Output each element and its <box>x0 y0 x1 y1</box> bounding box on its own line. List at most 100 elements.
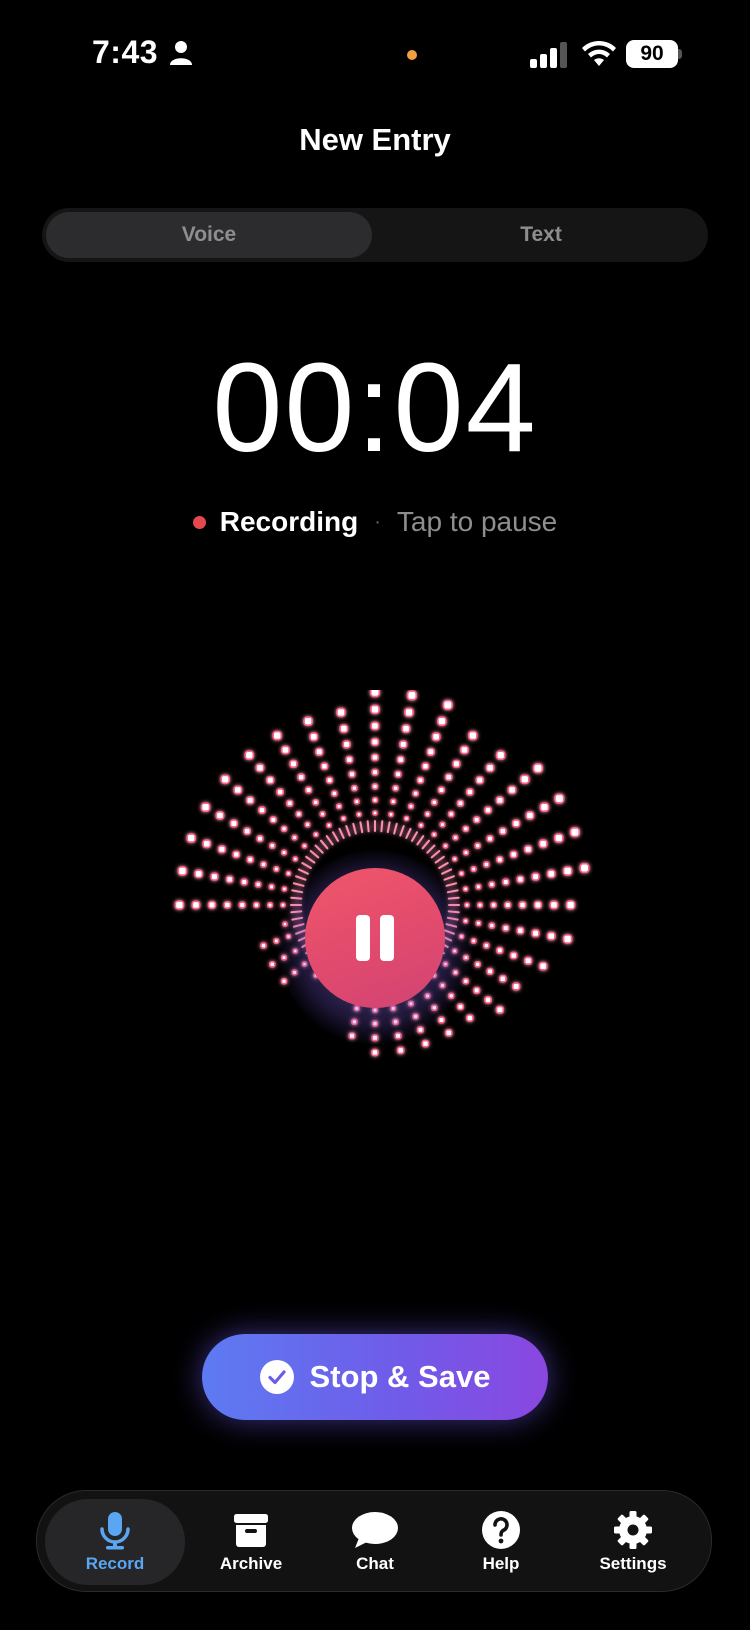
tab-help[interactable]: Help <box>435 1499 567 1585</box>
visualizer-dot <box>304 821 311 828</box>
visualizer-dot <box>336 707 346 718</box>
tab-chat[interactable]: Chat <box>309 1499 441 1585</box>
visualizer-dot <box>326 776 334 784</box>
visualizer-dot <box>339 724 349 734</box>
visualizer-dot <box>220 774 230 785</box>
status-separator: · <box>374 510 381 533</box>
visualizer-dot <box>388 811 394 818</box>
tab-label: Settings <box>599 1554 667 1573</box>
visualizer-dot <box>452 834 459 841</box>
tab-archive[interactable]: Archive <box>185 1499 317 1585</box>
visualizer-dot <box>177 866 188 876</box>
tab-settings[interactable]: Settings <box>567 1499 699 1585</box>
visualizer-dot <box>496 946 504 955</box>
visualizer-dot <box>232 850 241 859</box>
pause-button[interactable] <box>305 868 445 1008</box>
tab-voice[interactable]: Voice <box>46 212 372 258</box>
visualizer-dot <box>467 730 478 741</box>
visualizer-dot <box>390 798 397 805</box>
visualizer-dot <box>442 699 453 711</box>
checkmark-icon <box>259 1360 294 1394</box>
visualizer-dot <box>496 856 504 864</box>
visualizer-dot <box>319 811 326 818</box>
visualizer-dot <box>562 934 573 944</box>
visualizer-dot <box>426 747 435 756</box>
visualizer-dot <box>253 901 260 909</box>
visualizer-dot <box>470 937 477 944</box>
visualizer-dot <box>280 825 288 833</box>
cellular-signal-icon <box>530 42 567 68</box>
visualizer-dot <box>437 716 447 727</box>
visualizer-dot <box>475 776 484 785</box>
archive-box-icon <box>234 1514 268 1547</box>
privacy-indicator-dot <box>407 50 417 60</box>
visualizer-dot <box>225 875 234 884</box>
visualizer-dot <box>331 790 338 797</box>
visualizer-dot <box>421 762 430 771</box>
visualizer-dot <box>418 822 424 829</box>
visualizer-tick <box>338 827 345 839</box>
visualizer-dot <box>353 798 360 805</box>
visualizer-dot <box>483 942 490 949</box>
visualizer-tick <box>301 862 312 869</box>
visualizer-dot <box>516 926 525 935</box>
visualizer-dot <box>342 740 351 749</box>
recording-dot-icon <box>192 515 206 529</box>
visualizer-dot <box>273 866 280 873</box>
person-icon <box>170 41 192 65</box>
visualizer-dot <box>345 755 354 764</box>
visualizer-dot <box>396 1046 405 1055</box>
visualizer-dot <box>276 788 284 796</box>
visualizer-tick <box>309 850 320 859</box>
visualizer-dot <box>407 803 415 810</box>
visualizer-dot <box>424 811 431 818</box>
visualizer-dot <box>565 900 576 910</box>
visualizer-dot <box>392 784 399 792</box>
visualizer-tick <box>345 825 351 837</box>
visualizer-dot <box>401 724 411 734</box>
visualizer-dot <box>488 881 496 888</box>
wifi-icon <box>582 40 616 66</box>
visualizer-dot <box>462 849 470 856</box>
visualizer-tick <box>305 855 316 864</box>
visualizer-dot <box>340 815 347 822</box>
visualizer-tick <box>438 862 449 869</box>
tab-bar: Record Archive Chat Help Settings <box>36 1490 712 1592</box>
tab-label: Record <box>85 1554 145 1573</box>
visualizer-dot <box>303 716 313 727</box>
visualizer-dot <box>546 931 556 941</box>
visualizer-dot <box>502 924 510 932</box>
question-circle-icon <box>482 1511 520 1549</box>
tab-text[interactable]: Text <box>378 212 704 258</box>
visualizer-dot <box>370 704 380 715</box>
visualizer-dot <box>285 870 292 877</box>
visualizer-dot <box>502 878 510 886</box>
visualizer-tick <box>297 868 309 875</box>
visualizer-dot <box>452 759 461 768</box>
visualizer-tick <box>393 822 398 835</box>
pause-icon-bar <box>380 915 394 961</box>
visualizer-dot <box>370 737 380 747</box>
visualizer-dot <box>202 839 212 849</box>
recording-status[interactable]: Recording · Tap to pause <box>0 502 750 542</box>
visualizer-dot <box>518 901 527 909</box>
visualizer-dot <box>326 822 332 829</box>
visualizer-dot <box>465 1014 474 1022</box>
recording-state-label: Recording <box>219 506 359 537</box>
visualizer-dot <box>531 929 540 938</box>
visualizer-dot <box>356 811 362 818</box>
visualizer-dot <box>320 762 329 771</box>
visualizer-dot <box>538 961 548 971</box>
visualizer-dot <box>297 773 306 781</box>
battery-tip <box>678 49 682 59</box>
visualizer-dot <box>217 845 226 854</box>
visualizer-dot <box>266 776 275 785</box>
visualizer-dot <box>498 827 507 836</box>
visualizer-dot <box>313 831 319 838</box>
tab-record[interactable]: Record <box>45 1499 185 1585</box>
visualizer-dot <box>403 815 410 822</box>
visualizer-dot <box>269 842 276 849</box>
page-title: New Entry <box>299 122 451 157</box>
stop-save-button[interactable]: Stop & Save <box>202 1334 548 1420</box>
visualizer-dot <box>255 763 265 773</box>
